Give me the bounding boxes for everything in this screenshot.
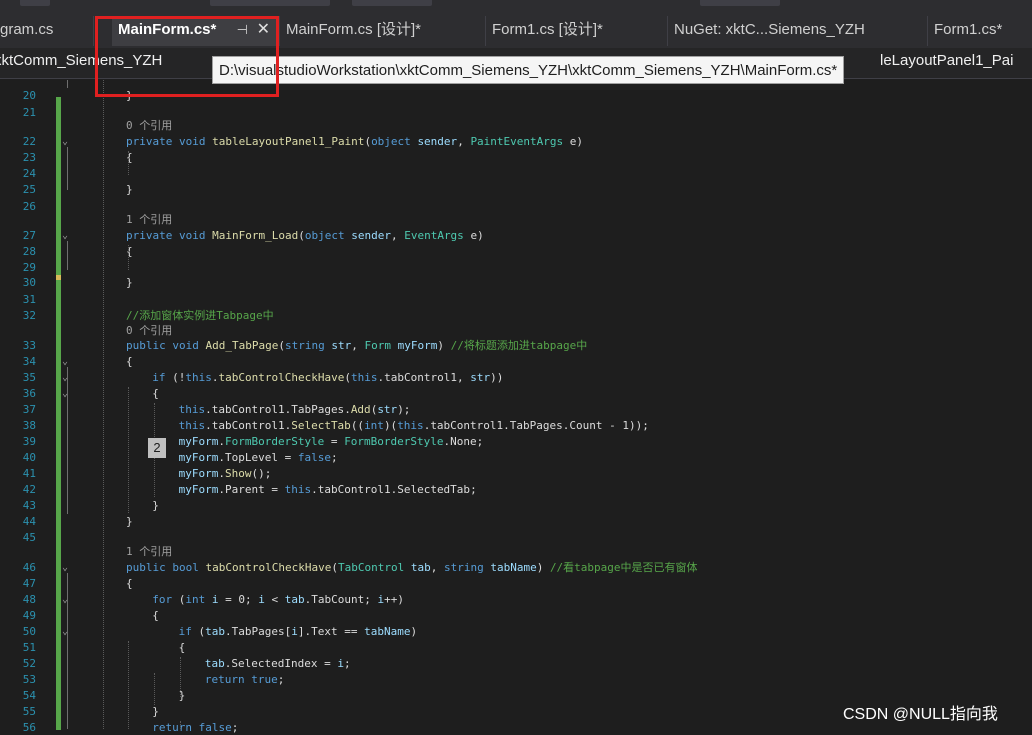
line-number: 50	[22, 625, 36, 638]
code-line[interactable]: }	[152, 499, 159, 513]
line-number: 23	[22, 151, 36, 164]
saved-change-bar	[56, 280, 61, 730]
code-line[interactable]: myForm.Show();	[179, 467, 272, 481]
code-line[interactable]: {	[126, 577, 133, 591]
indent-guide	[128, 387, 129, 513]
annotation-badge: 2	[148, 438, 166, 458]
line-number: 29	[22, 261, 36, 274]
indent-guide	[128, 641, 129, 729]
line-number: 46	[22, 561, 36, 574]
saved-change-bar	[56, 97, 61, 275]
fold-line	[67, 147, 68, 190]
code-line[interactable]: }	[152, 705, 159, 719]
indent-guide	[103, 80, 104, 729]
line-number: 32	[22, 309, 36, 322]
code-line[interactable]: if (tab.TabPages[i].Text == tabName)	[179, 625, 417, 639]
code-line[interactable]: public void Add_TabPage(string str, Form…	[126, 339, 587, 353]
watermark: CSDN @NULL指向我	[843, 706, 998, 723]
line-number: 42	[22, 483, 36, 496]
line-number: 41	[22, 467, 36, 480]
code-editor[interactable]: 20 21 22 23 24 25 26 27 28 29 30 31 32 33 34 35 36 37 38 39…	[0, 80, 1032, 734]
code-line[interactable]: private void MainForm_Load(object sender…	[126, 229, 484, 243]
code-line[interactable]: }	[126, 183, 133, 197]
fold-line	[67, 367, 68, 514]
code-line[interactable]: this.tabControl1.TabPages.Add(str);	[179, 403, 411, 417]
tab-form1-cs[interactable]: Form1.cs*	[928, 16, 1032, 46]
code-line[interactable]: {	[152, 609, 159, 623]
line-number: 47	[22, 577, 36, 590]
tab-program[interactable]: gram.cs	[0, 16, 94, 46]
code-line[interactable]: tab.SelectedIndex = i;	[205, 657, 351, 671]
line-number: 28	[22, 245, 36, 258]
code-line[interactable]: {	[179, 641, 186, 655]
reference-count[interactable]: 1 个引用	[126, 545, 172, 559]
line-number: 55	[22, 705, 36, 718]
line-number: 40	[22, 451, 36, 464]
fold-line	[67, 241, 68, 270]
highlight-box	[95, 16, 279, 97]
indent-guide	[180, 721, 181, 729]
line-number: 25	[22, 183, 36, 196]
line-number: 44	[22, 515, 36, 528]
line-number: 36	[22, 387, 36, 400]
line-number: 53	[22, 673, 36, 686]
tab-form1-design[interactable]: Form1.cs [设计]*	[486, 16, 668, 46]
code-line[interactable]: public bool tabControlCheckHave(TabContr…	[126, 561, 698, 575]
code-line[interactable]: private void tableLayoutPanel1_Paint(obj…	[126, 135, 583, 149]
line-number: 24	[22, 167, 36, 180]
code-line[interactable]: for (int i = 0; i < tab.TabCount; i++)	[152, 593, 404, 607]
code-line[interactable]: {	[126, 355, 133, 369]
line-number: 35	[22, 371, 36, 384]
indent-guide	[180, 657, 181, 697]
fold-line	[67, 80, 68, 88]
code-line[interactable]: }	[126, 276, 133, 290]
line-number: 51	[22, 641, 36, 654]
line-number: 22	[22, 135, 36, 148]
code-line[interactable]: if (!this.tabControlCheckHave(this.tabCo…	[152, 371, 503, 385]
line-number: 54	[22, 689, 36, 702]
code-line[interactable]: {	[152, 387, 159, 401]
line-number: 27	[22, 229, 36, 242]
line-number: 48	[22, 593, 36, 606]
code-line[interactable]: {	[126, 151, 133, 165]
indent-guide	[128, 245, 129, 270]
tab-nuget[interactable]: NuGet: xktC...Siemens_YZH	[668, 16, 928, 46]
line-number: 39	[22, 435, 36, 448]
code-line[interactable]: {	[126, 245, 133, 259]
line-number: 33	[22, 339, 36, 352]
line-number: 30	[22, 276, 36, 289]
line-number: 49	[22, 609, 36, 622]
line-number-gutter: 20 21 22 23 24 25 26 27 28 29 30 31 32 33 34 35 36 37 38 39…	[0, 80, 68, 734]
indent-guide	[154, 673, 155, 705]
line-number: 20	[22, 89, 36, 102]
line-number: 38	[22, 419, 36, 432]
fold-line	[67, 573, 68, 729]
code-line[interactable]: myForm.FormBorderStyle = FormBorderStyle…	[179, 435, 484, 449]
line-number: 43	[22, 499, 36, 512]
line-number: 26	[22, 200, 36, 213]
code-line[interactable]: }	[126, 515, 133, 529]
indent-guide	[128, 151, 129, 175]
member-dropdown[interactable]: leLayoutPanel1_Pai	[880, 52, 1013, 69]
line-number: 31	[22, 293, 36, 306]
line-number: 45	[22, 531, 36, 544]
code-line[interactable]: this.tabControl1.SelectTab((int)(this.ta…	[179, 419, 649, 433]
code-line[interactable]: //添加窗体实例进Tabpage中	[126, 309, 274, 323]
line-number: 52	[22, 657, 36, 670]
reference-count[interactable]: 0 个引用	[126, 324, 172, 338]
code-line[interactable]: return true;	[205, 673, 285, 687]
code-line[interactable]: myForm.Parent = this.tabControl1.Selecte…	[179, 483, 477, 497]
line-number: 37	[22, 403, 36, 416]
line-number: 56	[22, 721, 36, 734]
reference-count[interactable]: 1 个引用	[126, 213, 172, 227]
line-number: 21	[22, 106, 36, 119]
line-number: 34	[22, 355, 36, 368]
code-line[interactable]: myForm.TopLevel = false;	[179, 451, 338, 465]
toolbar-strip	[0, 0, 1032, 8]
reference-count[interactable]: 0 个引用	[126, 119, 172, 133]
tab-mainform-design[interactable]: MainForm.cs [设计]*	[280, 16, 486, 46]
code-line[interactable]: return false;	[152, 721, 238, 735]
